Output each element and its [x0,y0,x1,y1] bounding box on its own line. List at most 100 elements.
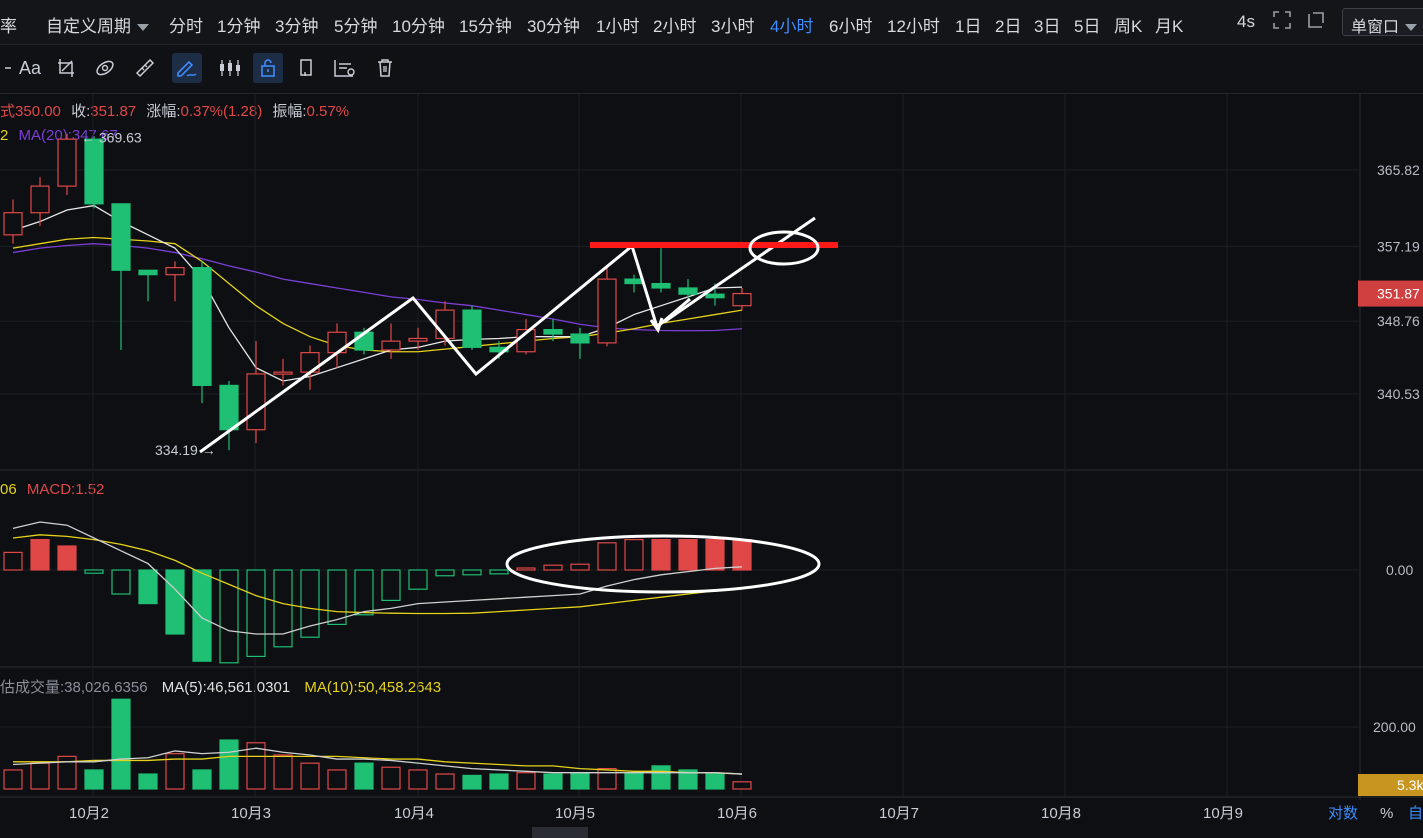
time-label-5: 10月7 [879,805,919,822]
price-tick-3: 340.53 [1377,386,1420,402]
candle-body-26 [705,293,725,299]
candle-body-21 [570,333,590,344]
high-marker-label: ← 369.63 [81,129,142,145]
volume-bar-23 [624,772,644,790]
volume-bar-21 [570,772,590,790]
macd-bar-2 [57,545,77,571]
time-label-7: 10月9 [1203,805,1243,822]
timeframe-12[interactable]: 12小时 [887,12,940,37]
candle-body-16 [435,309,455,340]
lock-icon[interactable] [253,53,283,83]
draw-trend-icon[interactable] [172,53,202,83]
time-label-2: 10月4 [394,805,434,822]
popout-icon[interactable] [1306,10,1326,35]
volume-bar-4 [111,698,131,790]
macd-bar-21 [570,563,590,571]
fib-icon[interactable] [90,53,120,83]
candle-body-17 [462,309,482,348]
timeframe-14[interactable]: 2日 [995,12,1021,37]
candle-body-23 [624,278,644,285]
timeframe-15[interactable]: 3日 [1034,12,1060,37]
timeframe-8[interactable]: 2小时 [653,12,696,37]
timeframe-6[interactable]: 30分钟 [527,12,580,37]
candle-body-6 [165,267,185,276]
macd-bar-23 [624,539,644,571]
price-tick-1: 357.19 [1377,238,1420,254]
volume-bar-20 [543,773,563,790]
price-tick-2: 348.76 [1377,313,1420,329]
candle-body-5 [138,269,158,276]
timeframe-18[interactable]: 月K [1155,12,1183,37]
timeframe-3[interactable]: 5分钟 [334,12,377,37]
log-scale-toggle: 对数 [1328,805,1358,822]
timeframe-11[interactable]: 6小时 [829,12,872,37]
volume-bar-3 [84,769,104,790]
volume-bar-14 [381,766,401,790]
timeframe-1[interactable]: 1分钟 [217,12,260,37]
window-mode-select[interactable]: 单窗口 [1342,8,1423,36]
candle-body-10 [273,371,293,375]
candle-body-22 [597,278,617,344]
fullscreen-icon[interactable] [1272,10,1292,35]
timeframe-10[interactable]: 4小时 [770,12,813,37]
current-price-label: 351.87 [1377,286,1420,302]
volume-bar-10 [273,754,293,790]
timeframe-0[interactable]: 分时 [169,12,203,37]
timeframe-9[interactable]: 3小时 [711,12,754,37]
timeframe-5[interactable]: 15分钟 [459,12,512,37]
volume-bar-26 [705,773,725,790]
custom-period-dropdown[interactable]: 自定义周期 [46,12,149,37]
scroll-handle [532,827,588,838]
candle-settings-icon[interactable] [215,53,245,83]
macd-bar-24 [651,539,671,571]
volume-bar-24 [651,765,671,790]
volume-bar-12 [327,769,347,790]
macd-bar-0 [3,551,23,571]
custom-period-label: 自定义周期 [46,17,131,36]
candle-body-8 [219,384,239,431]
volume-bar-18 [489,773,509,790]
macd-bar-17 [462,569,482,576]
timeframe-17[interactable]: 周K [1114,12,1142,37]
timeframe-4[interactable]: 10分钟 [392,12,445,37]
candle-body-2 [57,138,77,187]
candle-body-20 [543,329,563,335]
volume-bar-13 [354,762,374,790]
volume-bar-17 [462,774,482,790]
time-label-3: 10月5 [555,805,595,822]
delete-icon[interactable] [370,53,400,83]
timeframe-7[interactable]: 1小时 [596,12,639,37]
window-mode-label: 单窗口 [1351,19,1400,36]
macd-bar-11 [300,569,320,638]
candle-body-25 [678,287,698,295]
macd-bar-4 [111,569,131,595]
crop-icon[interactable] [52,53,82,83]
macd-bar-18 [489,569,509,575]
timeframe-13[interactable]: 1日 [955,12,981,37]
candle-body-9 [246,373,266,431]
candle-body-15 [408,337,428,342]
macd-bar-22 [597,542,617,571]
candle-body-0 [3,212,23,236]
timeframe-16[interactable]: 5日 [1074,12,1100,37]
candlestick-chart[interactable]: 365.82 357.19 348.76 340.53 351.87 ← 369.63 33… [0,94,1423,838]
refresh-interval[interactable]: 4s [1237,12,1255,32]
timeframe-2[interactable]: 3分钟 [275,12,318,37]
macd-bar-26 [705,539,725,571]
ruler-icon[interactable] [130,53,160,83]
chart-settings-icon[interactable] [330,53,360,83]
percent-scale-toggle: % [1380,805,1393,822]
macd-bar-25 [678,539,698,571]
volume-bar-19 [516,772,536,790]
volume-current-label: 5.3k [1397,777,1423,793]
macd-bar-27 [732,539,752,571]
price-tick-0: 365.82 [1377,162,1420,178]
time-label-6: 10月8 [1041,805,1081,822]
macd-bar-7 [192,569,212,662]
time-label-4: 10月6 [717,805,757,822]
copy-icon[interactable] [292,53,322,83]
volume-bar-16 [435,773,455,790]
candle-body-7 [192,267,212,387]
text-tool-button[interactable]: Aa [14,53,46,83]
volume-bar-7 [192,769,212,790]
